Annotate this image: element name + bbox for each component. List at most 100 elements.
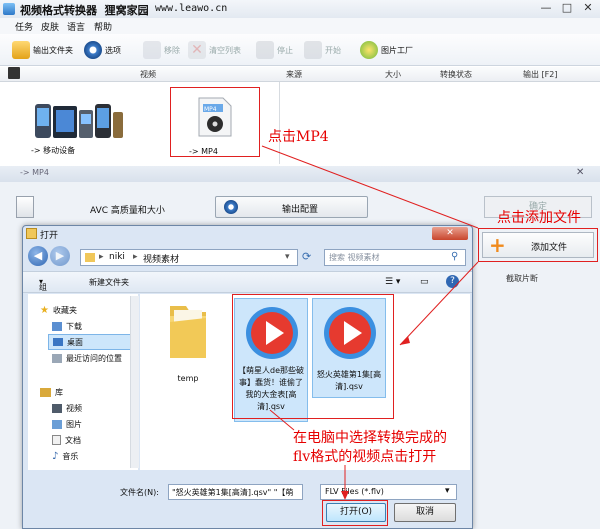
back-button[interactable]: ◀ [28,246,48,266]
open-button[interactable]: 打开(O) [326,503,386,522]
mp4-window-title: -> MP4 [20,168,49,177]
mp4-highlight-box [170,87,260,157]
app-url: www.leawo.cn [155,3,228,14]
search-input[interactable]: 搜索 视频素材 ⚲ [324,249,466,266]
menu-language[interactable]: 语言 [67,20,85,33]
filename-field[interactable]: "怒火英雄第1集[高清].qsv" "【萌 [168,484,303,500]
folder-icon [12,41,30,59]
desktop-icon [53,338,63,346]
download-icon [52,321,62,331]
breadcrumb-niki[interactable]: niki [109,252,125,262]
nav-desktop[interactable]: 桌面 [48,334,138,350]
breadcrumb-video-material[interactable]: 视频素材 [143,252,179,265]
quality-label: AVC 高质量和大小 [90,206,165,216]
plus-icon: + [489,233,506,257]
image-factory-button[interactable]: 图片工厂 [360,39,413,61]
column-video[interactable]: 视频 [140,69,156,80]
dialog-title: 打开 [40,231,59,241]
filename-label: 文件名(N): [120,488,159,497]
add-file-button[interactable]: + 添加文件 [482,232,594,258]
music-icon: ♪ [52,450,59,462]
menu-skin[interactable]: 皮肤 [41,20,59,33]
document-icon [143,41,161,59]
path-folder-icon [85,253,95,262]
dialog-folder-icon [26,228,37,239]
stop-icon [256,41,274,59]
annotation-click-add: 点击添加文件 [497,210,581,226]
image-factory-icon [360,41,378,59]
nav-documents[interactable]: 文档 [52,432,81,448]
organize-button[interactable]: 组织 ▾ [39,277,47,303]
nav-favorites[interactable]: ★ 收藏夹 [40,302,77,318]
format-icon [16,196,34,218]
search-icon: ⚲ [451,251,459,262]
settings-icon [224,200,238,214]
files-highlight-box [232,294,394,419]
output-folder-button[interactable]: 输出文件夹 [12,39,73,61]
app-title: 视频格式转换器 狸窝家园 [20,4,149,17]
menu-bar: 任务 皮肤 语言 帮助 [0,18,600,34]
nav-pictures[interactable]: 图片 [52,416,82,432]
remove-button[interactable]: 移除 [143,39,180,61]
close-button[interactable]: ✕ [578,1,598,15]
preview-pane-icon[interactable]: ▭ [420,277,429,287]
column-output[interactable]: 输出 [F2] [523,69,557,80]
column-status[interactable]: 转换状态 [440,69,472,80]
help-icon[interactable]: ? [446,275,459,288]
nav-library[interactable]: 库 [40,384,63,400]
nav-videos[interactable]: 视频 [52,400,82,416]
start-button[interactable]: 开始 [304,39,341,61]
list-header: 视频 来源 大小 转换状态 输出 [F2] [0,67,600,82]
forward-button[interactable]: ▶ [50,246,70,266]
chevron-down-icon: ▾ [445,486,450,496]
nav-recent[interactable]: 最近访问的位置 [52,350,122,366]
folder-temp[interactable]: temp [158,298,218,388]
clear-list-button[interactable]: ✕ 清空列表 [188,39,241,61]
picture-icon [52,419,62,429]
app-icon [3,3,15,15]
refresh-icon[interactable]: ⟳ [302,250,311,263]
mp4-close-icon[interactable]: ✕ [576,167,584,178]
column-source[interactable]: 来源 [286,69,302,80]
minimize-button[interactable]: — [536,1,556,15]
mobile-device-tile[interactable]: -> 移动设备 [25,90,123,162]
dialog-title-bar: 打开 [22,225,473,243]
navigation-pane: ★ 收藏夹 下载 桌面 最近访问的位置 库 视频 图片 文档 ♪ 音乐 [28,294,138,470]
cancel-button[interactable]: 取消 [394,503,456,522]
path-breadcrumb[interactable]: ▸ niki ▸ 视频素材 ▾ [80,249,298,266]
folder-icon [170,306,206,358]
menu-task[interactable]: 任务 [15,20,33,33]
phones-icon [35,104,123,138]
star-icon: ★ [40,304,49,316]
play-icon [304,41,322,59]
dialog-close-button[interactable]: ✕ [432,227,468,240]
export-config-button[interactable]: 输出配置 [215,196,368,218]
clip-column-header[interactable]: 截取片断 [506,273,538,284]
annotation-instruction-line1: 在电脑中选择转换完成的 [293,430,447,446]
main-toolbar: 输出文件夹 选项 移除 ✕ 清空列表 停止 开始 图片工厂 [0,34,600,66]
path-dropdown-icon[interactable]: ▾ [285,252,290,262]
options-button[interactable]: 选项 [84,39,121,61]
film-icon [8,67,20,79]
options-icon [84,41,102,59]
main-title-bar: 视频格式转换器 狸窝家园 www.leawo.cn — □ ✕ [0,0,600,18]
view-options-icon[interactable]: ☰ ▾ [385,277,400,287]
new-folder-button[interactable]: 新建文件夹 [89,277,129,288]
library-icon [40,387,51,397]
nav-scrollbar[interactable] [130,296,139,468]
recent-icon [52,353,62,363]
maximize-button[interactable]: □ [557,1,577,15]
annotation-instruction-line2: flv格式的视频点击打开 [293,449,437,465]
stop-button[interactable]: 停止 [256,39,293,61]
nav-downloads[interactable]: 下载 [52,318,82,334]
document-icon [52,435,61,445]
annotation-click-mp4: 点击MP4 [268,129,329,145]
menu-help[interactable]: 帮助 [94,20,112,33]
video-icon [52,403,62,413]
nav-music[interactable]: ♪ 音乐 [52,448,78,464]
dialog-toolbar: 组织 ▾ 新建文件夹 ☰ ▾ ▭ ? [23,271,472,303]
mp4-window-title-bar: -> MP4 ✕ [0,166,600,182]
filetype-select[interactable]: FLV Files (*.flv) ▾ [320,484,457,500]
column-size[interactable]: 大小 [385,69,401,80]
clear-icon: ✕ [188,41,206,59]
